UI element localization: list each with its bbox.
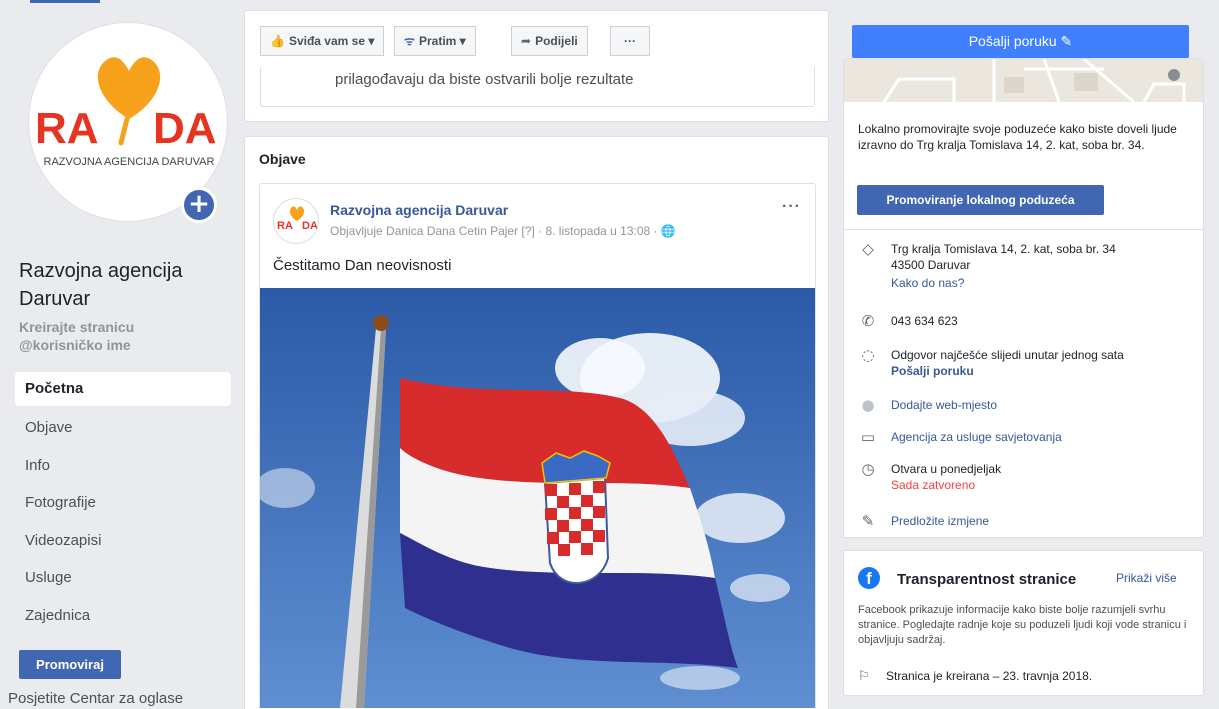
page-created-date: Stranica je kreirana – 23. travnja 2018.	[886, 669, 1093, 683]
post-meta: Objavljuje Danica Dana Cetin Pajer [?] ·…	[330, 224, 676, 238]
divider	[844, 229, 1203, 230]
nav-item-objave[interactable]: Objave	[15, 409, 231, 447]
facebook-icon: f	[858, 567, 880, 589]
suggest-edits-link[interactable]: Predložite izmjene	[891, 513, 989, 529]
send-message-button[interactable]: Pošalji poruku ✎	[852, 25, 1189, 58]
logo-text-da: DA	[153, 104, 217, 153]
response-time: Odgovor najčešće slijedi unutar jednog s…	[891, 348, 1124, 362]
hours-text[interactable]: Otvara u ponedjeljak Sada zatvoreno	[891, 461, 1001, 493]
promote-button[interactable]: Promoviraj	[19, 650, 121, 679]
follow-button[interactable]: ᯤ Pratim ▾	[394, 26, 476, 56]
post-card: RA DA Razvojna agencija Daruvar Objavlju…	[259, 183, 816, 709]
share-arrow-icon: ➦	[521, 34, 532, 48]
logo-text-ra: RA	[35, 104, 99, 153]
globe-icon: 🌐	[660, 224, 676, 238]
avatar-logo-icon: RA DA	[277, 206, 318, 232]
svg-text:RA: RA	[277, 220, 293, 232]
rss-icon: ᯤ	[404, 34, 415, 48]
phone-icon: ✆	[861, 312, 875, 330]
location-diamond-icon: ◇	[862, 240, 874, 258]
thumbs-up-icon: 👍	[270, 34, 285, 48]
category-link[interactable]: Agencija za usluge savjetovanja	[891, 429, 1062, 445]
nav-item-videozapisi[interactable]: Videozapisi	[15, 522, 231, 560]
add-photo-plus-icon[interactable]: +	[181, 187, 217, 223]
nav-item-usluge[interactable]: Usluge	[15, 559, 231, 597]
address-line1: Trg kralja Tomislava 14, 2. kat, soba br…	[891, 242, 1116, 256]
post-text: Čestitamo Dan neovisnosti	[273, 257, 452, 274]
web-circle-icon: ●	[861, 396, 875, 414]
page-nav: Početna Objave Info Fotografije Videozap…	[15, 372, 231, 634]
address-line2: 43500 Daruvar	[891, 258, 971, 272]
phone-number[interactable]: 043 634 623	[891, 313, 958, 329]
closed-status: Sada zatvoreno	[891, 478, 976, 492]
pencil-icon: ✎	[861, 512, 875, 530]
clock-icon: ◷	[861, 460, 875, 478]
page-transparency-card: f Transparentnost stranice Prikaži više …	[843, 550, 1204, 696]
logo-subtitle: RAZVOJNA AGENCIJA DARUVAR	[44, 156, 215, 168]
create-username-line2: @korisničko ime	[19, 337, 131, 353]
ad-center-link[interactable]: Posjetite Centar za oglase	[8, 690, 183, 707]
page-action-bar: 👍 Sviđa vam se ▾ ᯤ Pratim ▾ ➦ Podijeli ··· …	[244, 10, 829, 122]
share-label: Podijeli	[535, 34, 578, 48]
local-promo-button[interactable]: Promoviranje lokalnog poduzeća	[857, 185, 1104, 215]
transparency-description: Facebook prikazuje informacije kako bist…	[858, 604, 1187, 646]
croatian-flag-image[interactable]	[260, 288, 816, 708]
nav-item-zajednica[interactable]: Zajednica	[15, 597, 231, 635]
post-meta-text: Objavljuje Danica Dana Cetin Pajer [?] ·…	[330, 224, 658, 238]
directions-link[interactable]: Kako do nas?	[891, 275, 1116, 291]
location-map[interactable]	[844, 59, 1203, 102]
follow-label: Pratim ▾	[418, 34, 466, 48]
promo-note-box: prilagođavaju da biste ostvarili bolje r…	[260, 67, 815, 107]
top-strip	[0, 0, 1219, 8]
svg-text:DA: DA	[302, 220, 318, 232]
nav-item-fotografije[interactable]: Fotografije	[15, 484, 231, 522]
flag-icon: ⚐	[858, 669, 870, 684]
nav-item-pocetna[interactable]: Početna	[15, 372, 231, 406]
create-username-link[interactable]: Kreirajte stranicu @korisničko ime	[19, 318, 234, 354]
posts-section-title: Objave	[259, 151, 306, 167]
nav-item-info[interactable]: Info	[15, 447, 231, 485]
more-options-button[interactable]: ···	[610, 26, 650, 56]
send-message-link[interactable]: Pošalji poruku	[891, 363, 1124, 379]
promo-note-text: prilagođavaju da biste ostvarili bolje r…	[335, 71, 634, 88]
messenger-icon: ◌	[861, 346, 875, 364]
post-author-avatar[interactable]: RA DA	[273, 198, 319, 244]
post-author-link[interactable]: Razvojna agencija Daruvar	[330, 202, 508, 218]
show-more-link[interactable]: Prikaži više	[1116, 571, 1177, 585]
top-indicator	[30, 0, 100, 3]
posts-section: Objave RA DA Razvojna agencija Daruvar O…	[244, 136, 829, 709]
pencil-icon: ✎	[1060, 34, 1073, 50]
share-button[interactable]: ➦ Podijeli	[511, 26, 588, 56]
add-website-link[interactable]: Dodajte web-mjesto	[891, 397, 997, 413]
send-message-label: Pošalji poruku	[968, 33, 1057, 49]
post-options-icon[interactable]: ···	[782, 198, 801, 216]
page-title: Razvojna agencija Daruvar	[19, 260, 183, 310]
like-button[interactable]: 👍 Sviđa vam se ▾	[260, 26, 385, 56]
category-folder-icon: ▭	[860, 428, 876, 446]
create-username-line1: Kreirajte stranicu	[19, 319, 135, 335]
opening-hours: Otvara u ponedjeljak	[891, 462, 1002, 476]
transparency-title: Transparentnost stranice	[897, 571, 1077, 588]
local-promo-text: Lokalno promovirajte svoje poduzeće kako…	[858, 122, 1177, 152]
response-text: Odgovor najčešće slijedi unutar jednog s…	[891, 347, 1124, 379]
address-text: Trg kralja Tomislava 14, 2. kat, soba br…	[891, 241, 1116, 291]
like-label: Sviđa vam se ▾	[288, 34, 375, 48]
page-info-card: Lokalno promovirajte svoje poduzeće kako…	[843, 58, 1204, 538]
